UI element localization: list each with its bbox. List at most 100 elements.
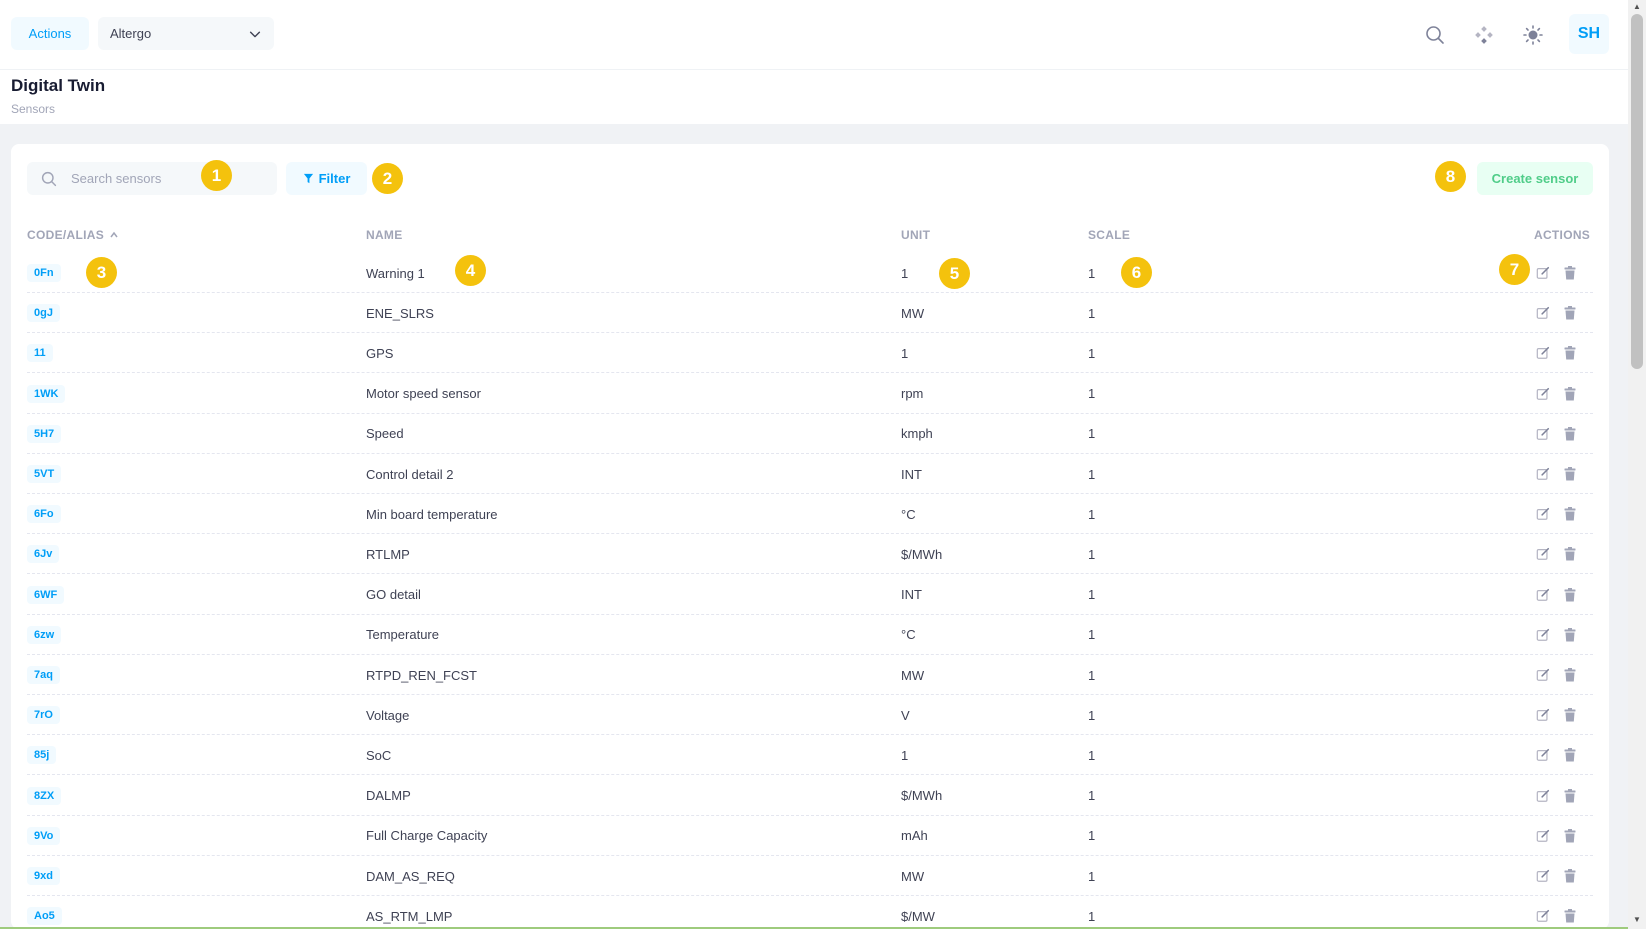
search-field[interactable] [27, 162, 277, 195]
delete-trash-icon[interactable] [1562, 868, 1578, 884]
cell-scale: 1 [1088, 747, 1096, 763]
delete-trash-icon[interactable] [1562, 587, 1578, 603]
delete-trash-icon[interactable] [1562, 828, 1578, 844]
sensor-code-link[interactable]: 5VT [27, 465, 62, 483]
sensor-code-link[interactable]: Ao5 [27, 907, 62, 926]
sensor-code-link[interactable]: 6WF [27, 585, 65, 604]
annotation-marker-6: 6 [1121, 257, 1152, 288]
column-header-scale[interactable]: SCALE [1088, 228, 1130, 242]
sensor-code-link[interactable]: 8ZX [27, 786, 62, 805]
search-icon[interactable] [1417, 17, 1453, 53]
sensor-code-link[interactable]: 9Vo [27, 826, 61, 845]
filter-icon [303, 173, 313, 184]
delete-trash-icon[interactable] [1562, 426, 1578, 442]
cell-unit: °C [901, 627, 916, 643]
delete-trash-icon[interactable] [1562, 386, 1578, 402]
cell-code: 7aq [27, 655, 60, 695]
delete-trash-icon[interactable] [1562, 747, 1578, 763]
user-avatar[interactable]: SH [1569, 14, 1609, 54]
edit-icon[interactable] [1535, 627, 1551, 643]
cell-code: 8ZX [27, 776, 62, 816]
cell-name: AS_RTM_LMP [366, 908, 453, 924]
sensor-code-link[interactable]: 85j [27, 746, 57, 765]
edit-icon[interactable] [1535, 345, 1551, 361]
delete-trash-icon[interactable] [1562, 506, 1578, 522]
edit-icon[interactable] [1535, 466, 1551, 482]
edit-icon[interactable] [1535, 828, 1551, 844]
apps-icon[interactable] [1466, 17, 1502, 53]
sensor-code-link[interactable]: 9xd [27, 867, 60, 885]
scroll-up-arrow-icon[interactable]: ▲ [1632, 2, 1642, 12]
edit-icon[interactable] [1535, 868, 1551, 884]
edit-icon[interactable] [1535, 506, 1551, 522]
column-header-unit[interactable]: UNIT [901, 228, 930, 242]
actions-button[interactable]: Actions [11, 17, 89, 50]
table-row: 6WF GO detail INT 1 [27, 575, 1593, 615]
sensor-code-link[interactable]: 6zw [27, 625, 62, 644]
cell-name: GO detail [366, 587, 421, 603]
edit-icon[interactable] [1535, 788, 1551, 804]
cell-unit: V [901, 707, 910, 723]
filter-button[interactable]: Filter [286, 162, 367, 195]
edit-icon[interactable] [1535, 546, 1551, 562]
sensor-code-link[interactable]: 6Jv [27, 545, 60, 564]
page-title-bar: Digital Twin Sensors [0, 70, 1628, 124]
cell-scale: 1 [1088, 667, 1096, 683]
sensor-code-link[interactable]: 11 [27, 344, 53, 363]
edit-icon[interactable] [1535, 265, 1551, 281]
vertical-scrollbar[interactable]: ▲ ▼ [1628, 0, 1646, 929]
delete-trash-icon[interactable] [1562, 466, 1578, 482]
cell-unit: kmph [901, 426, 933, 442]
delete-trash-icon[interactable] [1562, 667, 1578, 683]
delete-trash-icon[interactable] [1562, 908, 1578, 924]
cell-scale: 1 [1088, 868, 1096, 884]
table-row: 9Vo Full Charge Capacity mAh 1 [27, 816, 1593, 856]
sensor-code-link[interactable]: 0gJ [27, 304, 60, 323]
delete-trash-icon[interactable] [1562, 707, 1578, 723]
cell-code: Ao5 [27, 896, 62, 929]
edit-icon[interactable] [1535, 305, 1551, 321]
sensor-code-link[interactable]: 1WK [27, 384, 66, 403]
page-title: Digital Twin [11, 76, 106, 95]
edit-icon[interactable] [1535, 587, 1551, 603]
scrollbar-thumb[interactable] [1631, 14, 1643, 369]
sensor-code-link[interactable]: 7aq [27, 666, 60, 684]
filter-button-label: Filter [318, 171, 351, 186]
sensor-code-link[interactable]: 7rO [27, 706, 60, 725]
table-row: 0Fn Warning 1 1 1 [27, 253, 1593, 293]
cell-name: RTPD_REN_FCST [366, 667, 478, 683]
annotation-marker-3: 3 [86, 257, 117, 288]
cell-unit: 1 [901, 747, 909, 763]
sensor-code-link[interactable]: 6Fo [27, 505, 61, 524]
organization-select[interactable]: Altergo [98, 17, 274, 50]
cell-name: Min board temperature [366, 506, 498, 522]
delete-trash-icon[interactable] [1562, 305, 1578, 321]
cell-code: 5VT [27, 454, 62, 494]
sensor-code-link[interactable]: 0Fn [27, 264, 61, 282]
cell-code: 7rO [27, 695, 60, 735]
sort-ascending-icon [110, 231, 118, 238]
sensor-code-link[interactable]: 5H7 [27, 424, 62, 443]
theme-sun-icon[interactable] [1515, 17, 1551, 53]
delete-trash-icon[interactable] [1562, 265, 1578, 281]
create-sensor-button[interactable]: Create sensor [1477, 162, 1593, 195]
delete-trash-icon[interactable] [1562, 546, 1578, 562]
edit-icon[interactable] [1535, 667, 1551, 683]
column-header-name[interactable]: NAME [366, 228, 403, 242]
delete-trash-icon[interactable] [1562, 788, 1578, 804]
cell-code: 6Fo [27, 494, 61, 534]
annotation-marker-4: 4 [455, 255, 486, 286]
search-icon [41, 171, 57, 186]
cell-unit: °C [901, 506, 916, 522]
edit-icon[interactable] [1535, 707, 1551, 723]
scroll-down-arrow-icon[interactable]: ▼ [1632, 915, 1642, 925]
table-row: 5VT Control detail 2 INT 1 [27, 454, 1593, 494]
edit-icon[interactable] [1535, 426, 1551, 442]
edit-icon[interactable] [1535, 386, 1551, 402]
cell-unit: MW [901, 667, 925, 683]
edit-icon[interactable] [1535, 908, 1551, 924]
edit-icon[interactable] [1535, 747, 1551, 763]
delete-trash-icon[interactable] [1562, 345, 1578, 361]
delete-trash-icon[interactable] [1562, 627, 1578, 643]
column-header-code[interactable]: CODE/ALIAS [27, 228, 119, 242]
